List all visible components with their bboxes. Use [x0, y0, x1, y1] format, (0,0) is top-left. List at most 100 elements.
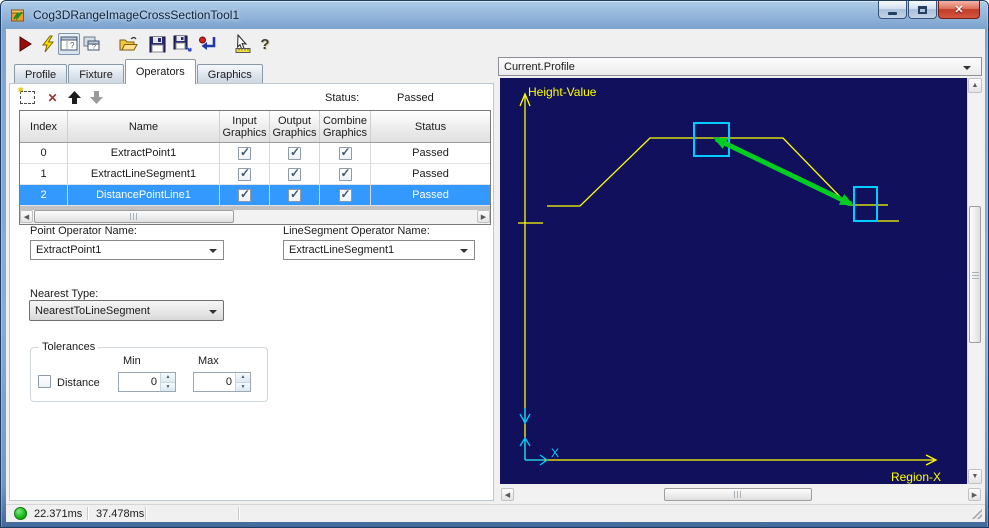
max-tolerance-spinner[interactable]: 0 ▲ ▼: [193, 372, 251, 392]
combine-graphics-checkbox[interactable]: [338, 145, 352, 160]
max-tolerance-value[interactable]: 0: [194, 373, 235, 391]
tab-fixture[interactable]: Fixture: [68, 64, 124, 84]
save-as-icon[interactable]: [172, 33, 194, 55]
title-bar[interactable]: Cog3DRangeImageCrossSectionTool1 ✕: [1, 1, 988, 29]
chevron-down-icon: [209, 310, 217, 314]
display-hscroll-thumb[interactable]: [664, 488, 812, 501]
svg-text:?: ?: [70, 41, 75, 50]
svg-text:Region-X: Region-X: [891, 470, 941, 484]
min-tolerance-spinner[interactable]: 0 ▲ ▼: [118, 372, 176, 392]
delete-operator-icon[interactable]: ✕: [44, 90, 61, 106]
svg-text:Height-Value: Height-Value: [528, 85, 597, 99]
spin-up-icon[interactable]: ▲: [161, 373, 175, 383]
min-tolerance-value[interactable]: 0: [119, 373, 160, 391]
output-graphics-checkbox[interactable]: [288, 145, 301, 160]
client-area: ? ? ? Profile Fixture Operators Graphics…: [6, 29, 985, 522]
svg-text:X: X: [551, 446, 559, 460]
cell-status: Passed: [371, 185, 490, 206]
save-icon[interactable]: [146, 33, 168, 55]
table-scroll-thumb[interactable]: [34, 210, 234, 223]
cell-input-graphics: [220, 143, 270, 164]
column-header-input-graphics[interactable]: Input Graphics: [220, 111, 270, 142]
status-value: Passed: [397, 92, 434, 104]
cell-name: ExtractLineSegment1: [68, 164, 220, 185]
input-graphics-checkbox[interactable]: [238, 187, 251, 202]
output-graphics-checkbox[interactable]: [288, 187, 301, 202]
cell-output-graphics: [270, 185, 320, 206]
close-button[interactable]: ✕: [938, 1, 980, 19]
display-vertical-scrollbar[interactable]: ▲ ▼: [967, 78, 982, 484]
combine-graphics-checkbox[interactable]: [338, 187, 352, 202]
tab-graphics[interactable]: Graphics: [196, 64, 263, 84]
tab-operators[interactable]: Operators: [124, 59, 196, 84]
minimize-icon: [888, 11, 897, 15]
main-toolbar: ? ? ?: [6, 29, 985, 59]
scroll-left-icon[interactable]: ◀: [501, 488, 514, 501]
execution-time: 22.371ms: [34, 508, 83, 520]
distance-checkbox[interactable]: [38, 375, 51, 388]
column-header-output-graphics[interactable]: Output Graphics: [270, 111, 320, 142]
input-graphics-checkbox[interactable]: [238, 145, 251, 160]
spin-up-icon[interactable]: ▲: [236, 373, 250, 383]
table-row[interactable]: 1ExtractLineSegment1 Passed: [20, 164, 490, 185]
display-vscroll-thumb[interactable]: [969, 206, 981, 343]
move-up-icon[interactable]: [66, 89, 83, 105]
table-horizontal-scrollbar[interactable]: ◀ ▶: [20, 210, 490, 224]
column-header-combine-graphics[interactable]: Combine Graphics: [320, 111, 371, 142]
minimize-button[interactable]: [878, 1, 907, 19]
svg-text:?: ?: [92, 44, 96, 51]
profile-display[interactable]: Height-Value Region-X X: [500, 78, 967, 484]
combine-graphics-checkbox[interactable]: [338, 166, 352, 181]
pointer-params-icon[interactable]: [232, 33, 254, 55]
float-window-icon[interactable]: ?: [80, 33, 102, 55]
scroll-down-icon[interactable]: ▼: [968, 469, 982, 484]
tool-window: Cog3DRangeImageCrossSectionTool1 ✕ ? ? ?…: [0, 0, 989, 528]
chevron-down-icon: [460, 249, 468, 253]
column-header-status[interactable]: Status: [371, 111, 490, 142]
table-row[interactable]: 2DistancePointLine1 Passed: [20, 185, 490, 206]
table-header: Index Name Input Graphics Output Graphic…: [20, 111, 490, 143]
operator-table-body: 0ExtractPoint1Passed1ExtractLineSegment1…: [20, 143, 490, 206]
reset-icon[interactable]: [197, 33, 219, 55]
spin-down-icon[interactable]: ▼: [236, 382, 250, 391]
help-icon[interactable]: ?: [254, 33, 276, 55]
distance-label: Distance: [57, 377, 100, 389]
electric-run-icon[interactable]: [37, 33, 59, 55]
run-status-indicator: [14, 507, 27, 520]
maximize-button[interactable]: [908, 1, 937, 19]
tab-profile[interactable]: Profile: [14, 64, 68, 84]
point-operator-combo[interactable]: ExtractPoint1: [30, 240, 224, 260]
scroll-right-icon[interactable]: ▶: [477, 210, 490, 223]
add-operator-icon[interactable]: ✶: [17, 85, 36, 105]
cell-status: Passed: [371, 164, 490, 185]
column-header-name[interactable]: Name: [68, 111, 220, 142]
display-horizontal-scrollbar[interactable]: ◀ ▶: [500, 487, 982, 502]
cell-input-graphics: [220, 185, 270, 206]
display-source-combo[interactable]: Current.Profile: [498, 57, 982, 76]
scroll-up-icon[interactable]: ▲: [968, 78, 982, 93]
cell-index: 1: [20, 164, 68, 185]
profile-chart-svg: Height-Value Region-X X: [518, 85, 941, 484]
move-down-icon[interactable]: [88, 89, 105, 105]
linesegment-operator-combo[interactable]: ExtractLineSegment1: [283, 240, 475, 260]
chevron-down-icon: [209, 249, 217, 253]
nearest-type-combo[interactable]: NearestToLineSegment: [29, 300, 224, 321]
scroll-right-icon[interactable]: ▶: [968, 488, 981, 501]
cell-output-graphics: [270, 143, 320, 164]
run-icon[interactable]: [14, 33, 36, 55]
output-graphics-checkbox[interactable]: [288, 166, 301, 181]
scroll-left-icon[interactable]: ◀: [20, 210, 33, 223]
cell-combine-graphics: [320, 164, 371, 185]
cell-status: Passed: [371, 143, 490, 164]
resize-grip[interactable]: [972, 509, 982, 519]
max-label: Max: [198, 355, 219, 367]
cell-name: DistancePointLine1: [68, 185, 220, 206]
spin-down-icon[interactable]: ▼: [161, 382, 175, 391]
cell-output-graphics: [270, 164, 320, 185]
show-result-window-icon[interactable]: ?: [58, 33, 80, 55]
input-graphics-checkbox[interactable]: [238, 166, 251, 181]
min-label: Min: [123, 355, 141, 367]
open-file-icon[interactable]: [117, 33, 139, 55]
table-row[interactable]: 0ExtractPoint1 Passed: [20, 143, 490, 164]
column-header-index[interactable]: Index: [20, 111, 68, 142]
